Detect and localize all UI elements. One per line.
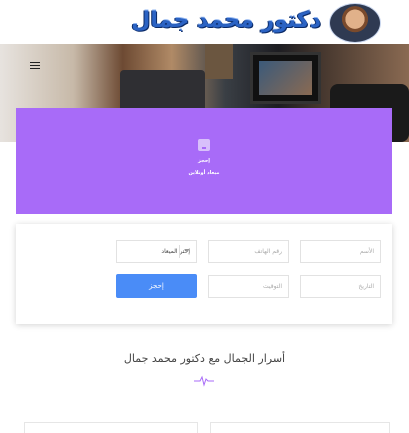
site-logo[interactable]: دكتور محمد جمال [131, 8, 321, 33]
content-card [210, 422, 390, 433]
chevron-down-icon [184, 249, 190, 252]
content-card [24, 422, 198, 433]
appointment-select[interactable]: إختر الميعاد [116, 240, 197, 263]
online-booking-banner[interactable]: إحجز ميعاد أونلاين [16, 108, 392, 214]
book-button[interactable]: إحجز [116, 274, 197, 298]
hamburger-icon[interactable] [30, 62, 40, 70]
doctor-avatar [329, 3, 381, 43]
section-title: أسرار الجمال مع دكتور محمد جمال [123, 352, 286, 365]
site-header: دكتور محمد جمال [0, 0, 409, 44]
booking-banner-subtitle: ميعاد أونلاين [188, 170, 220, 176]
pulse-icon [194, 375, 214, 387]
booking-banner-title: إحجز [197, 158, 211, 164]
phone-input[interactable]: رقم الهاتف [208, 240, 289, 263]
date-input[interactable]: التاريخ [300, 275, 381, 298]
download-icon [198, 139, 210, 151]
name-input[interactable]: الأسم [300, 240, 381, 263]
time-input[interactable]: التوقيت [208, 275, 289, 298]
booking-form: الأسم رقم الهاتف إختر الميعاد التاريخ ال… [16, 224, 392, 324]
